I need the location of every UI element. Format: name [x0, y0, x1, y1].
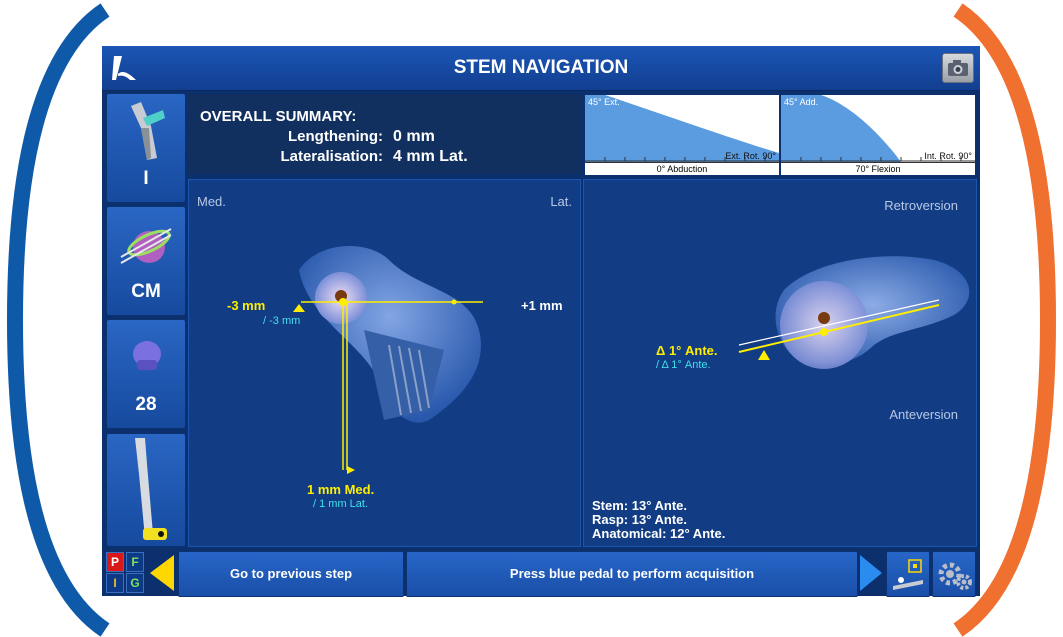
summary-label: Lateralisation:	[280, 148, 383, 165]
summary-title: OVERALL SUMMARY:	[200, 108, 357, 125]
sidebar-item-neck[interactable]: I	[106, 93, 186, 203]
stem-neck-icon	[131, 102, 165, 160]
gear-icon	[938, 562, 972, 590]
femur-frontal-render	[293, 246, 483, 474]
gauge-top-label: 45° Ext.	[588, 97, 620, 107]
axial-view-panel: Retroversion Anteversion Δ 1° Ante. / Δ …	[583, 179, 977, 547]
anteversion-label: Anteversion	[889, 407, 958, 422]
acquisition-button[interactable]: Press blue pedal to perform acquisition	[406, 551, 858, 597]
sidebar-item-head[interactable]: 28	[106, 319, 186, 429]
left-offset-sub: / -3 mm	[263, 315, 301, 327]
frontal-view-panel: Med. Lat. -3 mm / -3 mm +1 mm 1 mm Med. …	[188, 179, 581, 547]
vertical-offset-value: 1 mm Med.	[307, 482, 375, 497]
settings-button[interactable]	[932, 551, 976, 597]
head-ball-icon	[133, 341, 161, 370]
lateral-label: Lat.	[550, 194, 572, 209]
summary-row-lengthening: Lengthening: 0 mm	[188, 128, 435, 146]
sidebar-item-label: CM	[131, 281, 161, 302]
gauge-caption: 70° Flexion	[781, 162, 975, 175]
gauge-bottom-label: Int. Rot. 90°	[924, 151, 972, 161]
pfig-p[interactable]: P	[106, 552, 124, 572]
previous-arrow-icon[interactable]	[148, 551, 176, 595]
sidebar-item-cup[interactable]: CM	[106, 206, 186, 316]
version-angle-sub: / Δ 1° Ante.	[656, 359, 711, 371]
sidebar-item-stem[interactable]	[106, 433, 186, 547]
stem-icon	[135, 438, 167, 540]
sidebar-item-label: 28	[135, 394, 157, 415]
title-bar: STEM NAVIGATION	[102, 46, 980, 91]
cup-icon	[120, 228, 172, 264]
version-angle-value: Δ 1° Ante.	[656, 343, 718, 358]
previous-step-button[interactable]: Go to previous step	[178, 551, 404, 597]
summary-row-lateralisation: Lateralisation: 4 mm Lat.	[188, 148, 468, 166]
info-anatomical: Anatomical: 12° Ante.	[592, 526, 726, 541]
pfig-f[interactable]: F	[126, 552, 144, 572]
camera-icon	[948, 60, 968, 76]
info-stem: Stem: 13° Ante.	[592, 498, 688, 513]
summary-value: 4 mm Lat.	[393, 148, 468, 165]
acquisition-view-button[interactable]	[886, 551, 930, 597]
retroversion-label: Retroversion	[884, 198, 958, 213]
acquisition-view-icon	[893, 559, 923, 590]
vertical-offset-sub: / 1 mm Lat.	[313, 498, 369, 510]
sidebar-item-label: I	[143, 168, 149, 189]
next-arrow-icon[interactable]	[858, 551, 884, 595]
right-offset-value: +1 mm	[521, 298, 563, 313]
overall-summary: OVERALL SUMMARY: Lengthening: 0 mm Latera…	[188, 94, 582, 174]
medial-label: Med.	[197, 194, 226, 209]
femur-axial-render	[738, 256, 970, 369]
navigation-screen: STEM NAVIGATION I CM 28 OVERALL SUMMARY:…	[102, 46, 980, 597]
pfig-g[interactable]: G	[126, 573, 144, 593]
summary-label: Lengthening:	[288, 128, 383, 145]
gauge-top-label: 45° Add.	[784, 97, 819, 107]
summary-value: 0 mm	[393, 128, 435, 145]
range-gauge-abduction: 45° Ext. Ext. Rot. 90° 0° Abduction	[584, 94, 780, 176]
left-offset-value: -3 mm	[227, 298, 266, 313]
bottom-bar: P F I G Go to previous step Press blue p…	[102, 549, 980, 597]
range-gauge-flexion: 45° Add. Int. Rot. 90° 70° Flexion	[780, 94, 976, 176]
info-rasp: Rasp: 13° Ante.	[592, 512, 688, 527]
page-title: STEM NAVIGATION	[453, 57, 629, 78]
pfig-i[interactable]: I	[106, 573, 124, 593]
camera-button[interactable]	[942, 53, 974, 83]
gauge-caption: 0° Abduction	[585, 162, 779, 175]
gauge-bottom-label: Ext. Rot. 90°	[725, 151, 776, 161]
